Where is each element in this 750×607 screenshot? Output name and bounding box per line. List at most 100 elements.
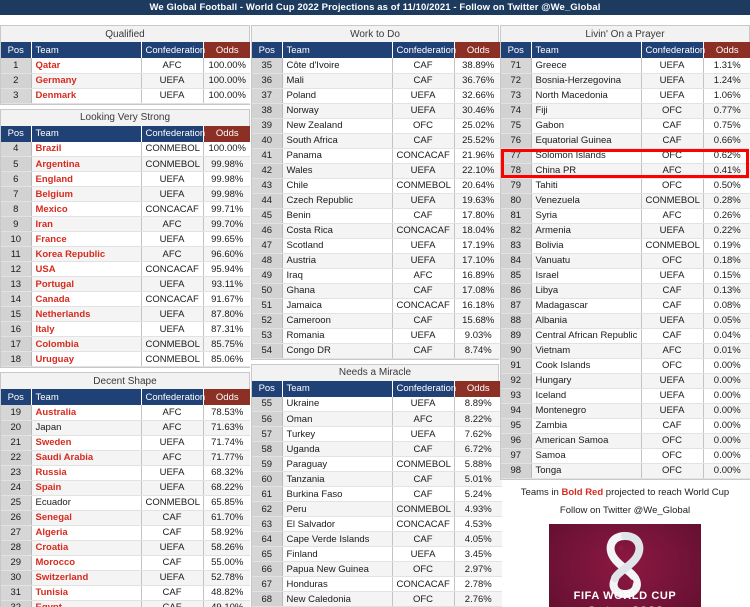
table-row[interactable]: 78 China PR AFC 0.41% <box>501 163 750 179</box>
table-row[interactable]: 87 Madagascar CAF 0.08% <box>501 298 750 314</box>
column-header-confederation[interactable]: Confederation <box>392 380 456 397</box>
table-row[interactable]: 79 Tahiti OFC 0.50% <box>501 178 750 194</box>
table-row[interactable]: 21 Sweden UEFA 71.74% <box>1 435 251 451</box>
table-row[interactable]: 15 Netherlands UEFA 87.80% <box>1 306 251 322</box>
table-row[interactable]: 89 Central African Republic CAF 0.04% <box>501 328 750 344</box>
column-header-pos[interactable]: Pos <box>252 380 283 397</box>
column-header-team[interactable]: Team <box>31 389 142 405</box>
table-row[interactable]: 54 Congo DR CAF 8.74% <box>252 343 502 359</box>
table-row[interactable]: 32EgyptCAF49.10% <box>1 600 251 607</box>
table-row[interactable]: 37 Poland UEFA 32.66% <box>252 88 502 104</box>
table-row[interactable]: 38 Norway UEFA 30.46% <box>252 103 502 119</box>
table-row[interactable]: 84 Vanuatu OFC 0.18% <box>501 253 750 269</box>
column-header-confederation[interactable]: Confederation <box>641 42 705 58</box>
column-header-odds[interactable]: Odds <box>454 380 502 397</box>
table-row[interactable]: 86 Libya CAF 0.13% <box>501 283 750 299</box>
table-row[interactable]: 19 Australia AFC 78.53% <box>1 405 251 421</box>
column-header-pos[interactable]: Pos <box>1 389 32 405</box>
table-row[interactable]: 61 Burkina Faso CAF 5.24% <box>252 486 502 502</box>
table-row[interactable]: 96 American Samoa OFC 0.00% <box>501 433 750 449</box>
table-row[interactable]: 67 Honduras CONCACAF 2.78% <box>252 576 502 592</box>
column-header-odds[interactable]: Odds <box>203 42 251 58</box>
table-row[interactable]: 2 Germany UEFA 100.00% <box>1 73 251 89</box>
column-header-confederation[interactable]: Confederation <box>141 125 205 142</box>
table-row[interactable]: 28 Croatia UEFA 58.26% <box>1 540 251 556</box>
table-row[interactable]: 81 Syria AFC 0.26% <box>501 208 750 224</box>
table-row[interactable]: 68 New Caledonia OFC 2.76% <box>252 591 502 607</box>
table-row[interactable]: 42 Wales UEFA 22.10% <box>252 163 502 179</box>
column-header-odds[interactable]: Odds <box>454 42 502 58</box>
table-row[interactable]: 91 Cook Islands OFC 0.00% <box>501 358 750 374</box>
table-row[interactable]: 27 Algeria CAF 58.92% <box>1 525 251 541</box>
table-row[interactable]: 45 Benin CAF 17.80% <box>252 208 502 224</box>
table-row[interactable]: 94 Montenegro UEFA 0.00% <box>501 403 750 419</box>
table-row[interactable]: 98 Tonga OFC 0.00% <box>501 463 750 479</box>
table-row[interactable]: 66 Papua New Guinea OFC 2.97% <box>252 561 502 577</box>
column-header-team[interactable]: Team <box>282 380 393 397</box>
column-header-team[interactable]: Team <box>531 42 642 58</box>
column-header-team[interactable]: Team <box>282 42 393 58</box>
column-header-confederation[interactable]: Confederation <box>141 42 205 58</box>
table-row[interactable]: 22 Saudi Arabia AFC 71.77% <box>1 450 251 466</box>
column-header-pos[interactable]: Pos <box>252 42 283 58</box>
table-row[interactable]: 63 El Salvador CONCACAF 4.53% <box>252 516 502 532</box>
table-row[interactable]: 75 Gabon CAF 0.75% <box>501 118 750 134</box>
column-header-odds[interactable]: Odds <box>203 125 251 142</box>
table-row[interactable]: 5 Argentina CONMEBOL 99.98% <box>1 156 251 172</box>
table-row[interactable]: 93 Iceland UEFA 0.00% <box>501 388 750 404</box>
table-row[interactable]: 59 Paraguay CONMEBOL 5.88% <box>252 456 502 472</box>
table-row[interactable]: 47 Scotland UEFA 17.19% <box>252 238 502 254</box>
table-row[interactable]: 97 Samoa OFC 0.00% <box>501 448 750 464</box>
table-row[interactable]: 57 Turkey UEFA 7.62% <box>252 426 502 442</box>
table-row[interactable]: 3 Denmark UEFA 100.00% <box>1 88 251 104</box>
column-header-pos[interactable]: Pos <box>1 125 32 142</box>
table-row[interactable]: 29 Morocco CAF 55.00% <box>1 555 251 571</box>
table-row[interactable]: 25 Ecuador CONMEBOL 65.85% <box>1 495 251 511</box>
table-row[interactable]: 31 Tunisia CAF 48.82% <box>1 585 251 601</box>
table-row[interactable]: 55 Ukraine UEFA 8.89% <box>252 396 502 412</box>
table-row[interactable]: 85 Israel UEFA 0.15% <box>501 268 750 284</box>
table-row[interactable]: 39 New Zealand OFC 25.02% <box>252 118 502 134</box>
table-row[interactable]: 60 Tanzania CAF 5.01% <box>252 471 502 487</box>
column-header-confederation[interactable]: Confederation <box>392 42 456 58</box>
table-row[interactable]: 83 Bolivia CONMEBOL 0.19% <box>501 238 750 254</box>
table-row[interactable]: 13 Portugal UEFA 93.11% <box>1 276 251 292</box>
table-row[interactable]: 88 Albania UEFA 0.05% <box>501 313 750 329</box>
table-row[interactable]: 74 Fiji OFC 0.77% <box>501 103 750 119</box>
table-row[interactable]: 92 Hungary UEFA 0.00% <box>501 373 750 389</box>
table-row[interactable]: 72 Bosnia-Herzegovina UEFA 1.24% <box>501 73 750 89</box>
table-row[interactable]: 90 Vietnam AFC 0.01% <box>501 343 750 359</box>
table-row[interactable]: 12 USA CONCACAF 95.94% <box>1 261 251 277</box>
column-header-pos[interactable]: Pos <box>501 42 532 58</box>
table-row[interactable]: 64 Cape Verde Islands CAF 4.05% <box>252 531 502 547</box>
table-row[interactable]: 71 Greece UEFA 1.31% <box>501 58 750 74</box>
table-row[interactable]: 50 Ghana CAF 17.08% <box>252 283 502 299</box>
table-row[interactable]: 65 Finland UEFA 3.45% <box>252 546 502 562</box>
table-row[interactable]: 26 Senegal CAF 61.70% <box>1 510 251 526</box>
table-row[interactable]: 52 Cameroon CAF 15.68% <box>252 313 502 329</box>
table-row[interactable]: 23 Russia UEFA 68.32% <box>1 465 251 481</box>
table-row[interactable]: 73 North Macedonia UEFA 1.06% <box>501 88 750 104</box>
column-header-odds[interactable]: Odds <box>203 389 251 405</box>
table-row[interactable]: 30 Switzerland UEFA 52.78% <box>1 570 251 586</box>
table-row[interactable]: 58 Uganda CAF 6.72% <box>252 441 502 457</box>
table-row[interactable]: 56 Oman AFC 8.22% <box>252 411 502 427</box>
table-row[interactable]: 76 Equatorial Guinea CAF 0.66% <box>501 133 750 149</box>
table-row[interactable]: 18 Uruguay CONMEBOL 85.06% <box>1 351 251 367</box>
table-row[interactable]: 77 Solomon Islands OFC 0.62% <box>501 148 750 164</box>
table-row[interactable]: 51 Jamaica CONCACAF 16.18% <box>252 298 502 314</box>
table-row[interactable]: 16 Italy UEFA 87.31% <box>1 321 251 337</box>
table-row[interactable]: 11 Korea Republic AFC 96.60% <box>1 246 251 262</box>
column-header-team[interactable]: Team <box>31 42 142 58</box>
table-row[interactable]: 20 Japan AFC 71.63% <box>1 420 251 436</box>
table-row[interactable]: 80 Venezuela CONMEBOL 0.28% <box>501 193 750 209</box>
table-row[interactable]: 17 Colombia CONMEBOL 85.75% <box>1 336 251 352</box>
table-row[interactable]: 44 Czech Republic UEFA 19.63% <box>252 193 502 209</box>
table-row[interactable]: 36 Mali CAF 36.76% <box>252 73 502 89</box>
table-row[interactable]: 8 Mexico CONCACAF 99.71% <box>1 201 251 217</box>
table-row[interactable]: 40 South Africa CAF 25.52% <box>252 133 502 149</box>
column-header-confederation[interactable]: Confederation <box>141 389 205 405</box>
table-row[interactable]: 41 Panama CONCACAF 21.96% <box>252 148 502 164</box>
table-row[interactable]: 49 Iraq AFC 16.89% <box>252 268 502 284</box>
table-row[interactable]: 7 Belgium UEFA 99.98% <box>1 186 251 202</box>
